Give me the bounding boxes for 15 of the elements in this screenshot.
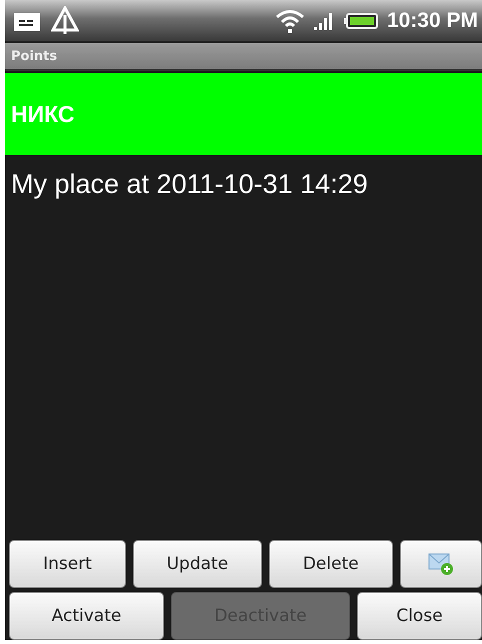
group-header: НИКС bbox=[5, 73, 482, 155]
action-button[interactable]: Update bbox=[132, 540, 262, 588]
action-button[interactable]: Delete bbox=[268, 540, 393, 588]
window-title: Points bbox=[11, 48, 58, 64]
battery-icon bbox=[342, 12, 379, 30]
mail-button[interactable] bbox=[400, 540, 482, 588]
action-button[interactable]: Insert bbox=[9, 540, 126, 588]
wifi-icon bbox=[274, 8, 305, 34]
warning-icon bbox=[51, 6, 79, 36]
envelope-plus-icon bbox=[428, 552, 454, 576]
clock-time: 10:30 PM bbox=[386, 8, 478, 32]
action-button[interactable]: Close bbox=[357, 592, 482, 640]
action-button[interactable]: Activate bbox=[9, 592, 164, 640]
point-item[interactable]: My place at 2011-10-31 14:29 bbox=[5, 169, 482, 200]
signal-icon bbox=[312, 10, 335, 30]
